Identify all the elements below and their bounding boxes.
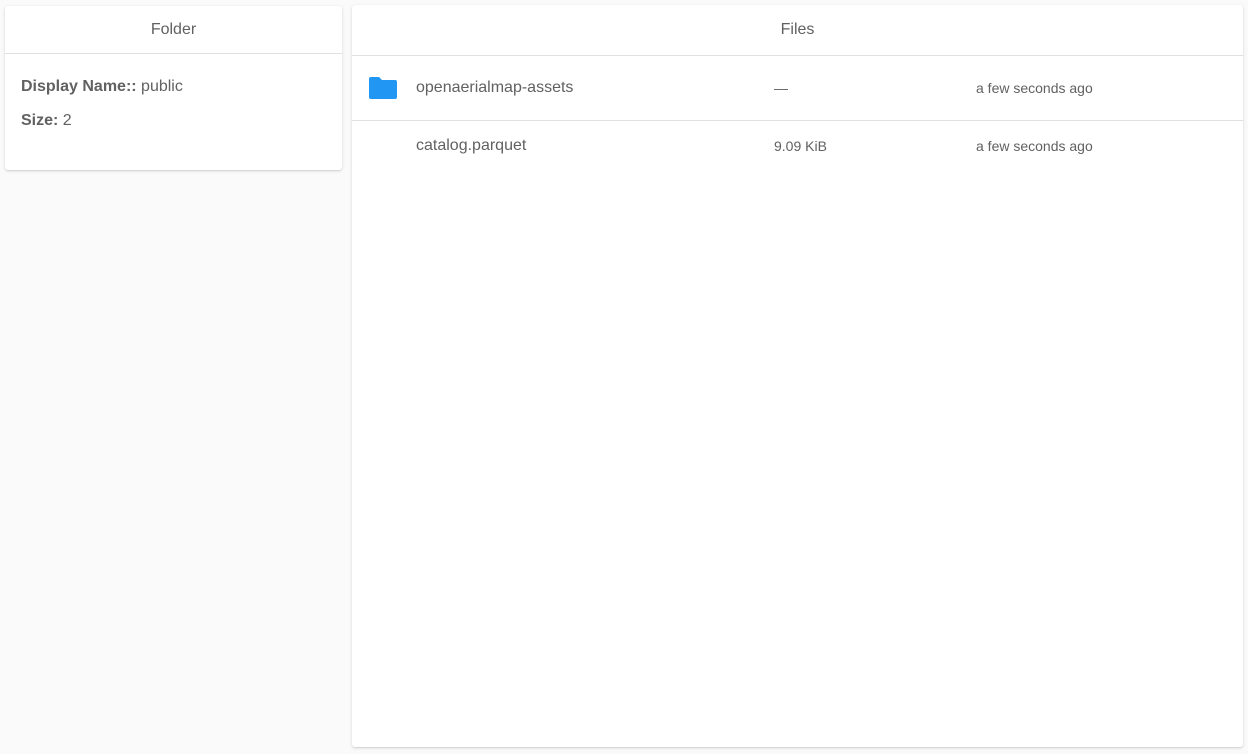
- display-name-value: public: [141, 78, 183, 95]
- folder-details: Display Name:: public Size: 2: [5, 54, 342, 138]
- file-name[interactable]: catalog.parquet: [416, 137, 526, 155]
- size-label: Size:: [21, 112, 59, 129]
- folder-panel: Folder Display Name:: public Size: 2: [5, 6, 342, 170]
- file-name[interactable]: openaerialmap-assets: [416, 79, 573, 97]
- file-row-openaerialmap-assets[interactable]: openaerialmap-assets — a few seconds ago: [352, 56, 1243, 121]
- size-value: 2: [62, 112, 72, 129]
- size-row: Size: 2: [21, 104, 326, 138]
- file-modified: a few seconds ago: [976, 138, 1093, 154]
- folder-panel-title: Folder: [5, 6, 342, 54]
- file-size: 9.09 KiB: [774, 138, 827, 154]
- files-panel: Files openaerialmap-assets — a few secon…: [352, 5, 1243, 747]
- file-modified: a few seconds ago: [976, 80, 1093, 96]
- file-row-catalog-parquet[interactable]: catalog.parquet 9.09 KiB a few seconds a…: [352, 121, 1243, 171]
- display-name-row: Display Name:: public: [21, 70, 326, 104]
- folder-icon: [369, 77, 397, 99]
- display-name-label: Display Name::: [21, 78, 137, 95]
- file-size: —: [774, 80, 788, 96]
- files-panel-title: Files: [352, 5, 1243, 56]
